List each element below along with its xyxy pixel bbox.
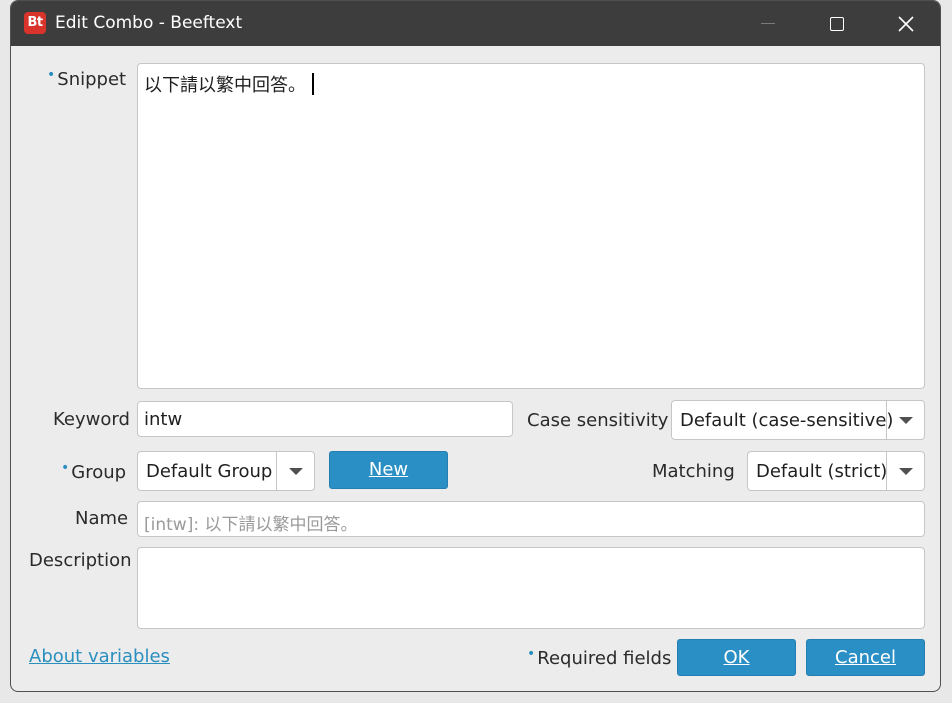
snippet-text: 以下請以繁中回答。 <box>144 75 306 96</box>
name-label: Name <box>75 508 129 529</box>
required-dot-icon: • <box>527 646 536 662</box>
case-sensitivity-select[interactable]: Default (case-sensitive) <box>671 400 925 440</box>
required-fields-note: • Required fields <box>527 646 672 669</box>
group-dropdown-button[interactable] <box>276 452 314 490</box>
minimize-icon <box>761 23 775 24</box>
description-textarea[interactable] <box>137 547 925 629</box>
about-variables-link[interactable]: About variables <box>29 646 170 667</box>
maximize-button[interactable] <box>814 1 860 46</box>
group-select[interactable]: Default Group <box>137 451 315 491</box>
name-placeholder: [intw]: 以下請以繁中回答。 <box>144 515 358 535</box>
close-icon <box>898 15 914 32</box>
chevron-down-icon <box>898 467 913 475</box>
matching-dropdown-button[interactable] <box>886 452 924 490</box>
description-label: Description <box>29 550 132 571</box>
keyword-label: Keyword <box>53 409 130 430</box>
close-button[interactable] <box>883 1 929 46</box>
chevron-down-icon <box>898 416 913 424</box>
cancel-button[interactable]: Cancel <box>806 639 925 676</box>
group-value: Default Group <box>146 461 273 482</box>
group-label: • Group <box>61 460 127 483</box>
required-dot-icon: • <box>61 460 70 476</box>
title-bar[interactable]: Bt Edit Combo - Beeftext <box>11 1 940 46</box>
matching-value: Default (strict) <box>756 461 888 482</box>
window-title: Edit Combo - Beeftext <box>55 13 243 33</box>
name-input[interactable]: [intw]: 以下請以繁中回答。 <box>137 501 925 537</box>
required-dot-icon: • <box>47 67 56 83</box>
text-caret <box>312 73 314 95</box>
edit-combo-dialog: Bt Edit Combo - Beeftext • Snippet 以下請以繁中… <box>10 0 941 692</box>
matching-select[interactable]: Default (strict) <box>747 451 925 491</box>
case-sensitivity-dropdown-button[interactable] <box>886 401 924 439</box>
new-group-button[interactable]: New <box>329 451 448 489</box>
beeftext-app-icon: Bt <box>24 12 46 34</box>
maximize-icon <box>830 16 844 31</box>
keyword-value: intw <box>144 409 183 430</box>
chevron-down-icon <box>288 467 303 475</box>
ok-button[interactable]: OK <box>677 639 796 676</box>
case-sensitivity-value: Default (case-sensitive) <box>680 410 894 431</box>
snippet-textarea[interactable]: 以下請以繁中回答。 <box>137 63 925 389</box>
minimize-button[interactable] <box>745 1 791 46</box>
case-sensitivity-label: Case sensitivity <box>527 410 669 431</box>
snippet-label: • Snippet <box>47 67 127 90</box>
matching-label: Matching <box>652 461 735 482</box>
keyword-input[interactable]: intw <box>137 401 513 437</box>
